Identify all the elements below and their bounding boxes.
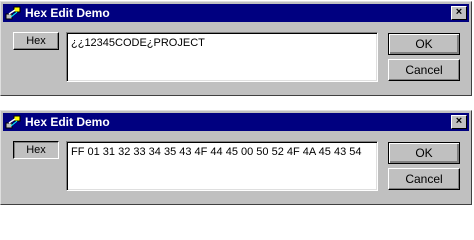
title-bar[interactable]: Hex Edit Demo ×: [3, 113, 469, 131]
hex-toggle-button[interactable]: Hex: [13, 32, 59, 50]
app-icon[interactable]: [5, 5, 21, 21]
title-bar[interactable]: Hex Edit Demo ×: [3, 4, 469, 22]
hex-edit-field[interactable]: ¿¿12345CODE¿PROJECT: [66, 32, 378, 82]
hex-edit-dialog-hex-mode: Hex Edit Demo × Hex FF 01 31 32 33 34 35…: [0, 110, 472, 205]
hex-toggle-button[interactable]: Hex: [13, 141, 59, 159]
hex-edit-dialog-text-mode: Hex Edit Demo × Hex ¿¿12345CODE¿PROJECT …: [0, 1, 472, 96]
app-icon[interactable]: [5, 114, 21, 130]
hex-edit-field[interactable]: FF 01 31 32 33 34 35 43 4F 44 45 00 50 5…: [66, 141, 378, 191]
ok-button[interactable]: OK: [388, 142, 460, 164]
window-title: Hex Edit Demo: [25, 115, 110, 129]
close-button[interactable]: ×: [451, 115, 467, 129]
window-title: Hex Edit Demo: [25, 6, 110, 20]
cancel-button[interactable]: Cancel: [388, 168, 460, 190]
cancel-button[interactable]: Cancel: [388, 59, 460, 81]
ok-button[interactable]: OK: [388, 33, 460, 55]
close-button[interactable]: ×: [451, 6, 467, 20]
